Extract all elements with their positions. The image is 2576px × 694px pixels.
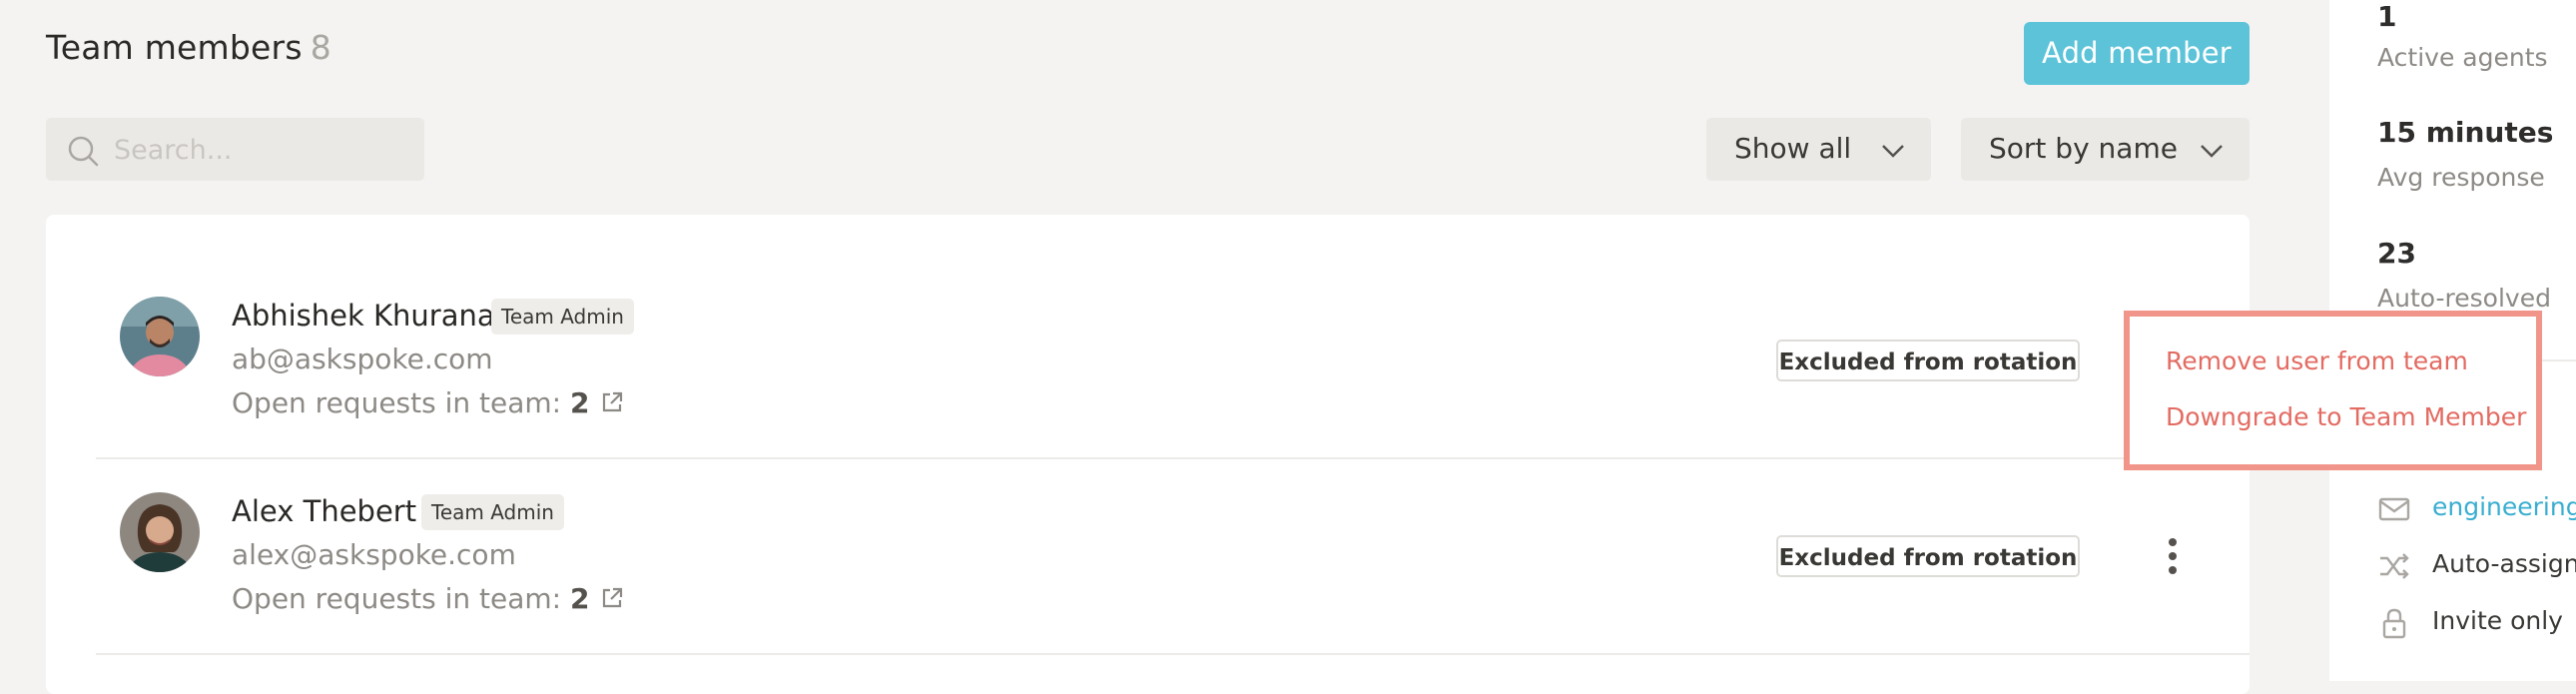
invite-only-row[interactable]: Invite only [2377, 606, 2576, 640]
downgrade-role-menu-item[interactable]: Downgrade to Team Member [2166, 402, 2526, 431]
team-email-link[interactable]: engineering@ [2432, 492, 2576, 521]
search-box[interactable] [46, 118, 424, 181]
member-name: Abhishek Khurana [232, 299, 495, 333]
add-member-button[interactable]: Add member [2024, 22, 2250, 85]
external-link-icon[interactable] [600, 390, 624, 414]
role-badge: Team Admin [421, 494, 564, 530]
invite-only-label: Invite only [2432, 606, 2563, 635]
auto-assign-row[interactable]: Auto-assign [2377, 549, 2576, 583]
open-requests-count[interactable]: 2 [570, 582, 589, 615]
stat-label: Active agents [2377, 43, 2548, 72]
search-input[interactable] [112, 128, 415, 172]
member-row: Alex Thebert Team Admin alex@askspoke.co… [46, 470, 2250, 666]
member-actions-menu: Remove user from team Downgrade to Team … [2124, 311, 2542, 470]
more-options-icon[interactable] [2161, 535, 2185, 577]
sort-dropdown[interactable]: Sort by name [1961, 118, 2250, 181]
show-filter-dropdown[interactable]: Show all [1706, 118, 1931, 181]
chevron-down-icon [1882, 145, 1904, 158]
role-badge: Team Admin [491, 299, 634, 335]
search-icon [68, 136, 99, 167]
external-link-icon[interactable] [600, 586, 624, 610]
avatar [120, 492, 200, 572]
rotation-status-badge: Excluded from rotation [1776, 535, 2080, 577]
member-name: Alex Thebert [232, 494, 417, 528]
open-requests-count[interactable]: 2 [570, 386, 589, 419]
member-row: Abhishek Khurana Team Admin ab@askspoke.… [46, 275, 2250, 470]
row-divider [96, 457, 2250, 459]
sort-value: Sort by name [1989, 132, 2178, 165]
chevron-down-icon [2201, 145, 2223, 158]
lock-icon [2382, 608, 2406, 639]
show-filter-value: Show all [1734, 132, 1852, 165]
auto-assign-label: Auto-assign [2432, 549, 2576, 578]
shuffle-icon [2380, 553, 2409, 579]
open-requests: Open requests in team: 2 [232, 386, 624, 419]
row-divider [96, 653, 2250, 655]
stat-value: 1 [2377, 0, 2397, 33]
stat-value: 23 [2377, 237, 2416, 270]
avatar [120, 297, 200, 376]
page-title: Team members 8 [46, 28, 331, 67]
member-email: alex@askspoke.com [232, 538, 516, 571]
stat-value: 15 minutes [2377, 116, 2554, 149]
member-email: ab@askspoke.com [232, 343, 493, 375]
members-card: Abhishek Khurana Team Admin ab@askspoke.… [46, 215, 2250, 694]
remove-user-menu-item[interactable]: Remove user from team [2166, 347, 2468, 375]
rotation-status-badge: Excluded from rotation [1776, 340, 2080, 381]
team-email-row[interactable]: engineering@ [2377, 492, 2576, 526]
mail-icon [2378, 497, 2410, 521]
stat-label: Auto-resolved [2377, 284, 2551, 313]
member-count: 8 [310, 28, 331, 67]
stat-label: Avg response [2377, 163, 2545, 192]
open-requests: Open requests in team: 2 [232, 582, 624, 615]
